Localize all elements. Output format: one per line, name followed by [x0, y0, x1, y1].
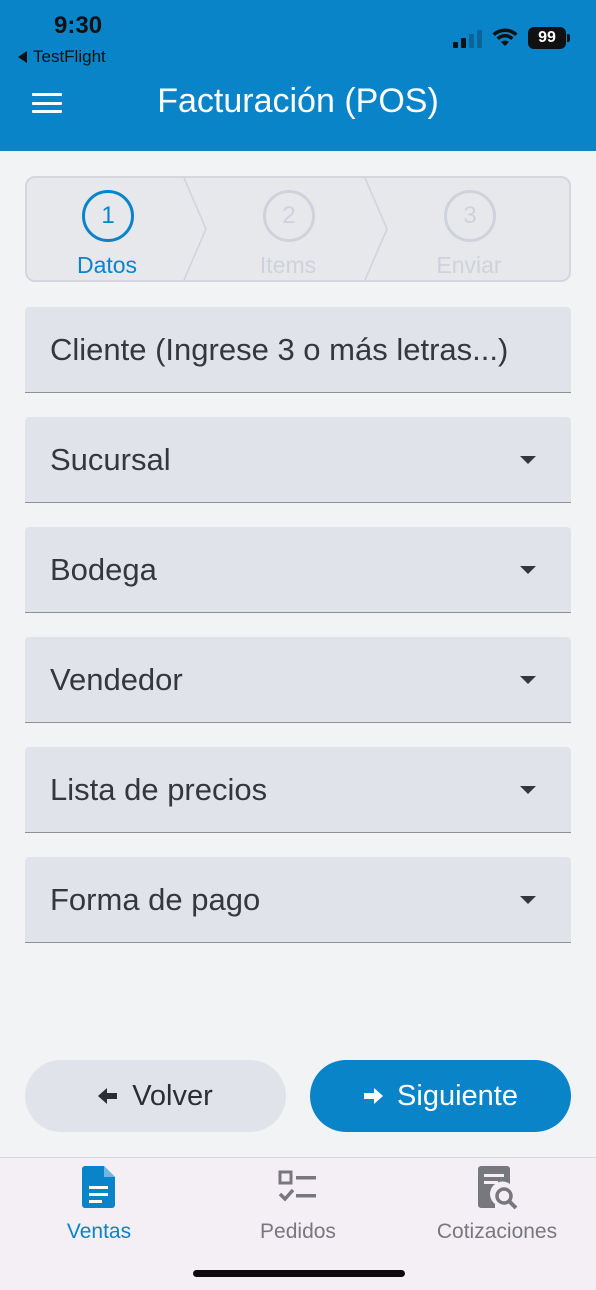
back-triangle-icon: [18, 51, 27, 63]
bodega-select[interactable]: Bodega: [25, 527, 571, 613]
nav-cotizaciones[interactable]: Cotizaciones: [398, 1164, 596, 1244]
status-time: 9:30: [54, 12, 103, 39]
step-label: Items: [259, 252, 317, 278]
screen: 9:30 TestFlight 99 Facturación (POS) 1 D…: [0, 0, 596, 1290]
cliente-input[interactable]: Cliente (Ingrese 3 o más letras...): [25, 307, 571, 393]
nav-label: Pedidos: [260, 1220, 336, 1243]
checklist-icon: [278, 1170, 316, 1202]
step-label: Enviar: [436, 252, 502, 278]
sucursal-select[interactable]: Sucursal: [25, 417, 571, 503]
volver-button[interactable]: Volver: [25, 1060, 286, 1132]
volver-label: Volver: [132, 1079, 213, 1112]
sucursal-label: Sucursal: [50, 441, 171, 477]
step-number: 2: [263, 190, 315, 242]
dropdown-caret-icon: [520, 456, 536, 464]
step-datos[interactable]: 1 Datos: [27, 178, 187, 280]
arrow-left-icon: [98, 1088, 118, 1104]
page-title: Facturación (POS): [157, 82, 439, 120]
step-label: Datos: [76, 252, 138, 278]
arrow-right-icon: [364, 1088, 384, 1104]
wifi-icon: [492, 28, 518, 46]
nav-pedidos[interactable]: Pedidos: [199, 1164, 397, 1244]
back-to-app-link[interactable]: TestFlight: [18, 47, 106, 67]
step-separator-icon: [364, 178, 388, 280]
dropdown-caret-icon: [520, 676, 536, 684]
dropdown-caret-icon: [520, 896, 536, 904]
vendedor-select[interactable]: Vendedor: [25, 637, 571, 723]
cliente-placeholder: Cliente (Ingrese 3 o más letras...): [50, 331, 509, 367]
nav-label: Ventas: [66, 1220, 132, 1243]
wizard-stepper: 1 Datos 2 Items 3 Enviar: [25, 176, 571, 282]
step-separator-icon: [183, 178, 207, 280]
document-icon: [82, 1166, 115, 1208]
step-items[interactable]: 2 Items: [208, 178, 368, 280]
bodega-label: Bodega: [50, 551, 157, 587]
step-number: 1: [82, 190, 134, 242]
step-number: 3: [444, 190, 496, 242]
back-app-label: TestFlight: [33, 47, 106, 66]
lista-precios-select[interactable]: Lista de precios: [25, 747, 571, 833]
siguiente-label: Siguiente: [397, 1079, 518, 1112]
step-enviar[interactable]: 3 Enviar: [389, 178, 549, 280]
dropdown-caret-icon: [520, 566, 536, 574]
vendedor-label: Vendedor: [50, 661, 183, 697]
app-header: 9:30 TestFlight 99 Facturación (POS): [0, 0, 596, 151]
forma-pago-label: Forma de pago: [50, 881, 261, 917]
cellular-signal-icon: [453, 28, 482, 48]
battery-indicator: 99: [528, 27, 570, 49]
nav-label: Cotizaciones: [436, 1220, 558, 1243]
status-icons: 99: [453, 26, 570, 50]
nav-ventas[interactable]: Ventas: [0, 1164, 198, 1244]
home-indicator[interactable]: [193, 1270, 405, 1277]
lista-precios-label: Lista de precios: [50, 771, 268, 807]
document-search-icon: [478, 1166, 518, 1210]
dropdown-caret-icon: [520, 786, 536, 794]
siguiente-button[interactable]: Siguiente: [310, 1060, 571, 1132]
forma-pago-select[interactable]: Forma de pago: [25, 857, 571, 943]
